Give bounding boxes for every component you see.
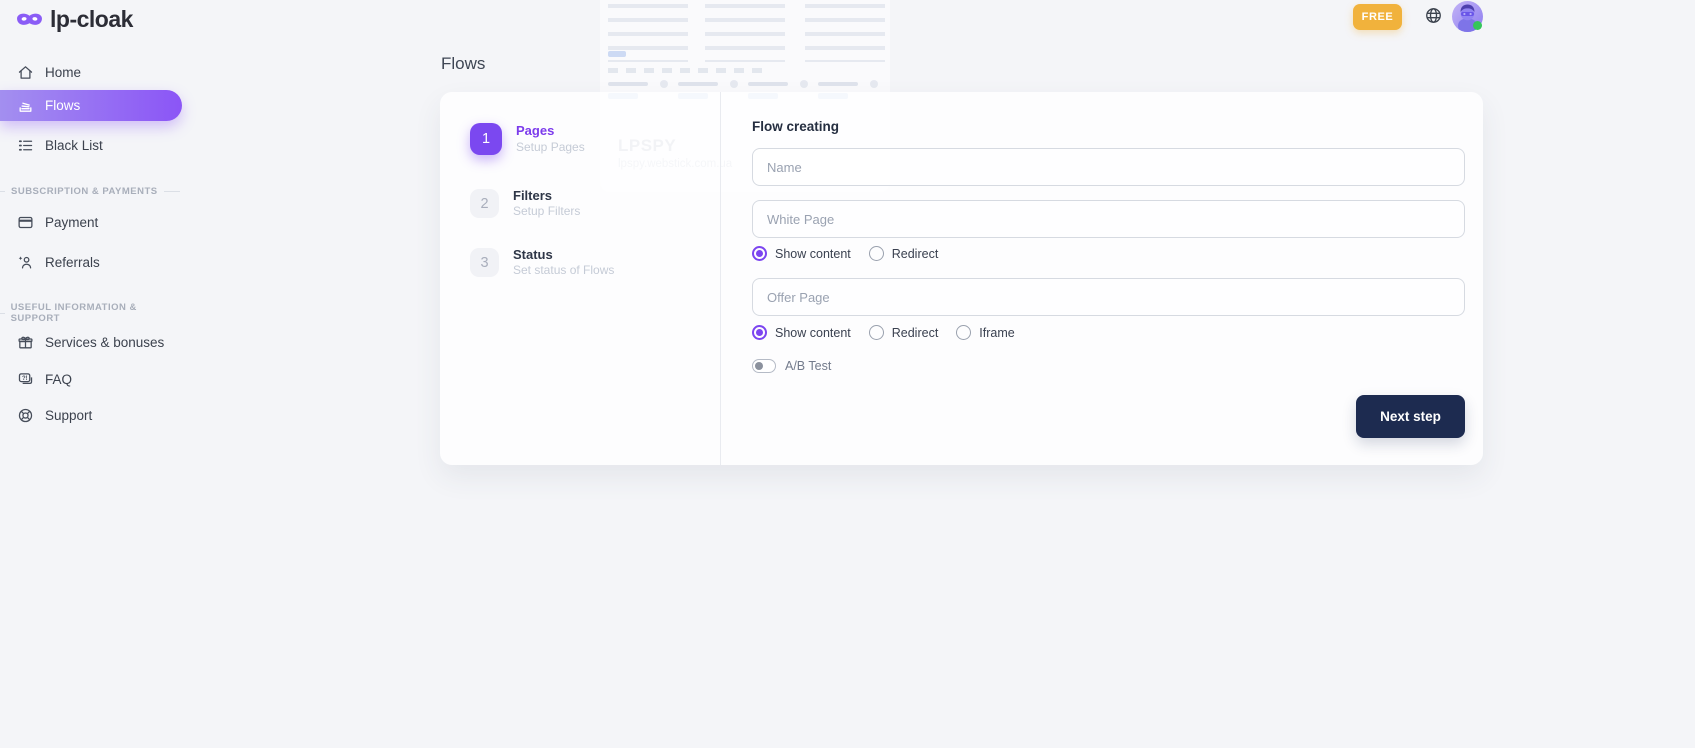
- wizard-steps: 1 Pages Setup Pages 2 Filters Setup Filt…: [440, 92, 721, 465]
- radio-label: Iframe: [979, 326, 1014, 340]
- brand-name: lp-cloak: [50, 6, 133, 33]
- ghost-form-column: [805, 4, 885, 62]
- ab-test-row: A/B Test: [752, 359, 1465, 373]
- step-number-badge: 3: [470, 248, 499, 277]
- gift-icon: [17, 334, 34, 351]
- home-icon: [17, 64, 34, 81]
- radio-show-content[interactable]: Show content: [752, 325, 851, 340]
- page-title: Flows: [441, 54, 485, 74]
- ab-test-label: A/B Test: [785, 359, 831, 373]
- sidebar-section-subscription: SUBSCRIPTION & PAYMENTS: [0, 186, 196, 197]
- step-subtitle: Setup Pages: [516, 140, 585, 155]
- radio-iframe[interactable]: Iframe: [956, 325, 1014, 340]
- sidebar-item-services-bonuses[interactable]: Services & bonuses: [0, 328, 196, 356]
- ghost-button: [608, 51, 626, 57]
- radio-redirect[interactable]: Redirect: [869, 325, 939, 340]
- flow-form: Flow creating Show content Redirect Show…: [721, 92, 1483, 465]
- wizard-step-pages[interactable]: 1 Pages Setup Pages: [470, 123, 585, 155]
- referrals-icon: [17, 254, 34, 271]
- sidebar-item-label: Payment: [45, 215, 98, 230]
- sidebar-item-flows[interactable]: Flows: [0, 90, 182, 121]
- sidebar: lp-cloak Home Flows Black List SUBSCRIPT…: [0, 0, 196, 748]
- offer-page-input[interactable]: [752, 278, 1465, 316]
- radio-icon[interactable]: [752, 325, 767, 340]
- section-header-label: USEFUL INFORMATION & SUPPORT: [11, 302, 174, 324]
- sidebar-item-label: Flows: [45, 98, 80, 113]
- white-page-mode-options: Show content Redirect: [752, 246, 1465, 261]
- step-subtitle: Setup Filters: [513, 204, 580, 219]
- radio-label: Redirect: [892, 326, 939, 340]
- step-number-badge: 1: [470, 123, 502, 155]
- step-title: Status: [513, 247, 614, 263]
- sidebar-item-support[interactable]: Support: [0, 401, 196, 429]
- plan-badge[interactable]: FREE: [1353, 4, 1402, 30]
- online-status-dot: [1473, 21, 1482, 30]
- mask-icon: [16, 10, 43, 29]
- ghost-form-column: [608, 4, 688, 62]
- flow-name-input[interactable]: [752, 148, 1465, 186]
- sidebar-item-faq[interactable]: ?! FAQ: [0, 365, 196, 393]
- radio-show-content[interactable]: Show content: [752, 246, 851, 261]
- radio-label: Redirect: [892, 247, 939, 261]
- step-number-badge: 2: [470, 189, 499, 218]
- sidebar-item-label: Black List: [45, 138, 103, 153]
- step-title: Pages: [516, 123, 585, 139]
- sidebar-item-label: Support: [45, 408, 92, 423]
- sidebar-item-black-list[interactable]: Black List: [0, 131, 196, 159]
- sidebar-item-referrals[interactable]: Referrals: [0, 248, 196, 276]
- radio-icon[interactable]: [869, 246, 884, 261]
- ghost-form-column: [705, 4, 785, 62]
- radio-icon[interactable]: [869, 325, 884, 340]
- flows-icon: [17, 97, 34, 114]
- next-step-button[interactable]: Next step: [1356, 395, 1465, 438]
- sidebar-item-home[interactable]: Home: [0, 58, 196, 86]
- sidebar-item-label: Referrals: [45, 255, 100, 270]
- brand-logo[interactable]: lp-cloak: [16, 6, 133, 33]
- step-title: Filters: [513, 188, 580, 204]
- sidebar-item-payment[interactable]: Payment: [0, 208, 196, 236]
- radio-icon[interactable]: [956, 325, 971, 340]
- radio-icon[interactable]: [752, 246, 767, 261]
- radio-label: Show content: [775, 326, 851, 340]
- white-page-input[interactable]: [752, 200, 1465, 238]
- form-title: Flow creating: [752, 119, 1465, 134]
- toggle-knob: [755, 362, 763, 370]
- radio-redirect[interactable]: Redirect: [869, 246, 939, 261]
- sidebar-item-label: Services & bonuses: [45, 335, 164, 350]
- ghost-pagination: [608, 68, 768, 73]
- section-header-label: SUBSCRIPTION & PAYMENTS: [11, 186, 158, 197]
- language-globe-icon[interactable]: [1424, 6, 1443, 25]
- offer-page-mode-options: Show content Redirect Iframe: [752, 325, 1465, 340]
- wizard-step-filters[interactable]: 2 Filters Setup Filters: [470, 188, 580, 219]
- step-subtitle: Set status of Flows: [513, 263, 614, 278]
- lifebuoy-icon: [17, 407, 34, 424]
- sidebar-item-label: Home: [45, 65, 81, 80]
- blacklist-icon: [17, 137, 34, 154]
- radio-label: Show content: [775, 247, 851, 261]
- faq-icon: ?!: [17, 371, 34, 388]
- sidebar-item-label: FAQ: [45, 372, 72, 387]
- payment-icon: [17, 214, 34, 231]
- ab-test-toggle[interactable]: [752, 359, 776, 373]
- svg-text:?!: ?!: [22, 375, 28, 381]
- wizard-step-status[interactable]: 3 Status Set status of Flows: [470, 247, 614, 278]
- flow-creating-card: 1 Pages Setup Pages 2 Filters Setup Filt…: [440, 92, 1483, 465]
- sidebar-section-support: USEFUL INFORMATION & SUPPORT: [0, 302, 196, 324]
